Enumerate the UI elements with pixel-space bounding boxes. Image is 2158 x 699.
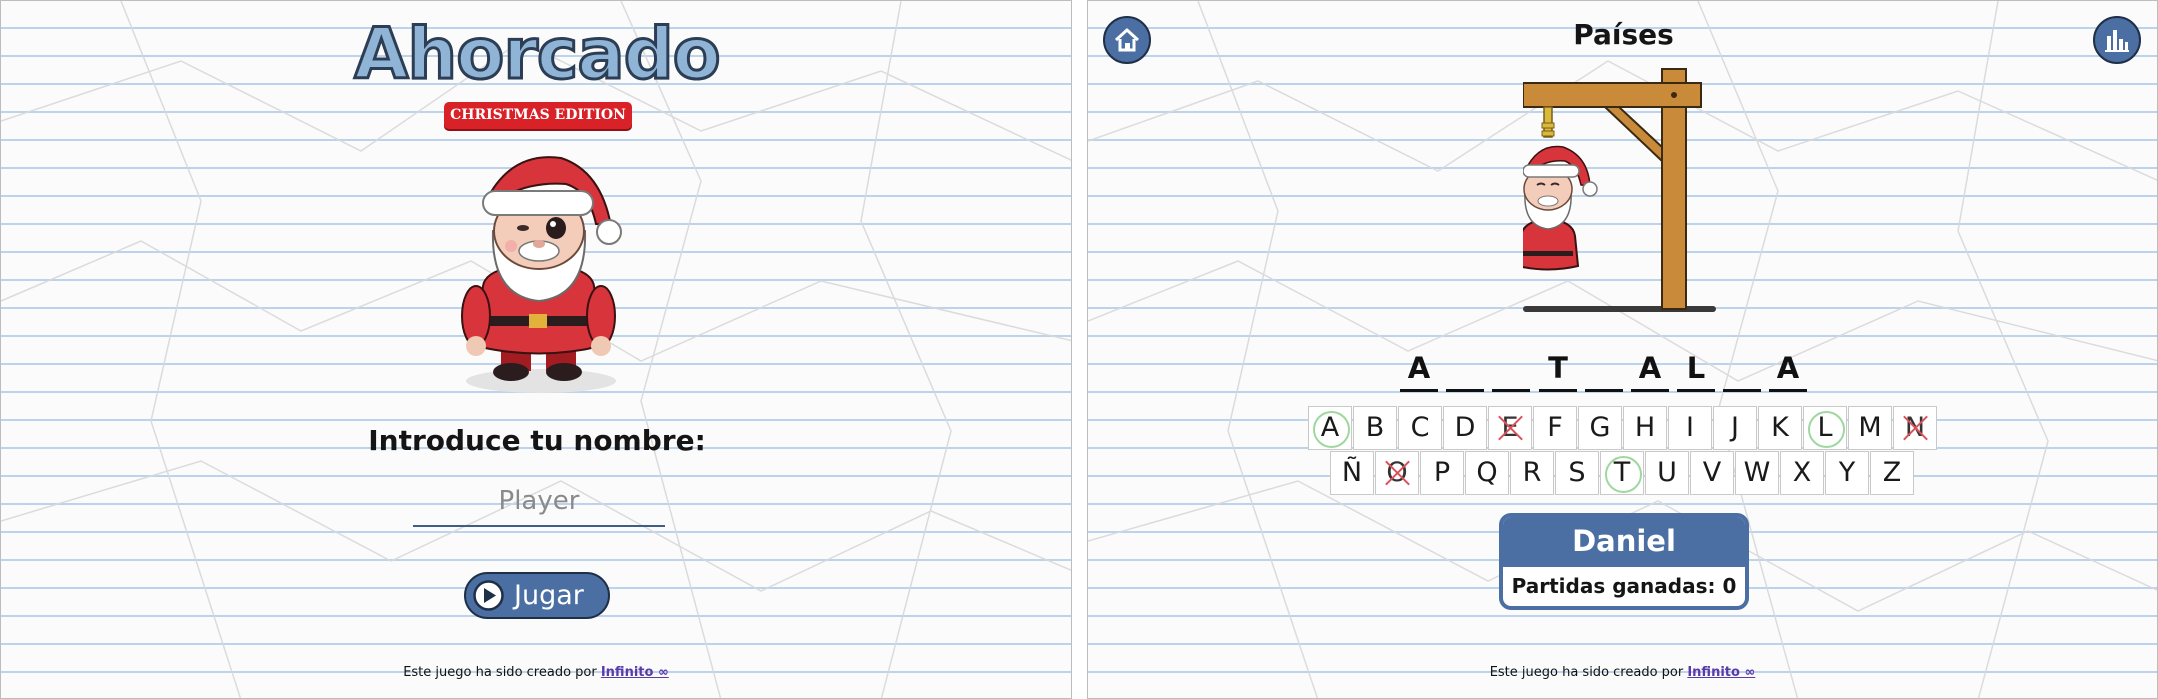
- letter-key[interactable]: S: [1555, 451, 1599, 495]
- letter-key[interactable]: J: [1713, 406, 1757, 450]
- player-name-input[interactable]: [413, 477, 665, 527]
- credits-footer: Este juego ha sido creado por Infinito ∞: [1088, 665, 2157, 680]
- play-icon: [473, 580, 504, 611]
- name-prompt-label: Introduce tu nombre:: [368, 424, 706, 457]
- credits-link[interactable]: Infinito ∞: [1687, 665, 1755, 680]
- letter-key[interactable]: A: [1308, 406, 1352, 450]
- letter-key[interactable]: B: [1353, 406, 1397, 450]
- christmas-edition-badge: CHRISTMAS EDITION: [444, 102, 632, 129]
- letter-key[interactable]: K: [1758, 406, 1802, 450]
- letter-key[interactable]: U: [1645, 451, 1689, 495]
- letter-key[interactable]: N: [1893, 406, 1937, 450]
- word-letter-slot: A: [1400, 349, 1438, 392]
- credits-text: Este juego ha sido creado por: [403, 665, 601, 680]
- word-letter-slot: L: [1677, 349, 1715, 392]
- letter-key[interactable]: D: [1443, 406, 1487, 450]
- keyboard-row-1: ABCDEFGHIJKLMN: [1308, 406, 1938, 452]
- word-letter-slot: A: [1769, 349, 1807, 392]
- letter-key[interactable]: X: [1780, 451, 1824, 495]
- screenshot-pair: Ahorcado CHRISTMAS EDITION Introduce tu …: [0, 0, 2158, 699]
- letter-key[interactable]: T: [1600, 451, 1644, 495]
- game-logo-title: Ahorcado: [353, 13, 723, 95]
- letter-key[interactable]: G: [1578, 406, 1622, 450]
- play-button-label: Jugar: [514, 580, 584, 611]
- letter-key[interactable]: M: [1848, 406, 1892, 450]
- keyboard-row-2: ÑOPQRSTUVWXYZ: [1330, 451, 1920, 497]
- hangman-gallows-image: [1523, 68, 1716, 312]
- letter-key[interactable]: Q: [1465, 451, 1509, 495]
- game-screen: Países A T A L A A B C D E F G H I J K L…: [1087, 0, 2158, 699]
- letter-key[interactable]: R: [1510, 451, 1554, 495]
- word-letter-slot: [1492, 349, 1530, 392]
- letter-key[interactable]: O: [1375, 451, 1419, 495]
- credits-text: Este juego ha sido creado por: [1489, 665, 1688, 680]
- letter-key[interactable]: P: [1420, 451, 1464, 495]
- letter-key[interactable]: W: [1735, 451, 1779, 495]
- word-display: A T A L A: [1400, 349, 1848, 393]
- player-name: Daniel: [1503, 517, 1745, 567]
- letter-key[interactable]: H: [1623, 406, 1667, 450]
- letter-key[interactable]: Z: [1870, 451, 1914, 495]
- word-letter-slot: [1723, 349, 1761, 392]
- word-letter-slot: A: [1631, 349, 1669, 392]
- letter-key[interactable]: E: [1488, 406, 1532, 450]
- credits-footer: Este juego ha sido creado por Infinito ∞: [1, 665, 1071, 680]
- player-card: Daniel Partidas ganadas: 0: [1499, 513, 1749, 610]
- word-letter-slot: [1446, 349, 1484, 392]
- word-letter-slot: T: [1539, 349, 1577, 392]
- letter-key[interactable]: Y: [1825, 451, 1869, 495]
- letter-key[interactable]: I: [1668, 406, 1712, 450]
- letter-key[interactable]: L: [1803, 406, 1847, 450]
- word-letter-slot: [1585, 349, 1623, 392]
- credits-link[interactable]: Infinito ∞: [601, 665, 669, 680]
- category-title: Países: [1573, 18, 1674, 51]
- letter-key[interactable]: Ñ: [1330, 451, 1374, 495]
- letter-key[interactable]: V: [1690, 451, 1734, 495]
- letter-key[interactable]: C: [1398, 406, 1442, 450]
- santa-mascot-image: [461, 156, 622, 393]
- start-screen: Ahorcado CHRISTMAS EDITION Introduce tu …: [0, 0, 1072, 699]
- letter-key[interactable]: F: [1533, 406, 1577, 450]
- play-button[interactable]: Jugar: [464, 572, 610, 619]
- games-won-label: Partidas ganadas: 0: [1511, 574, 1737, 598]
